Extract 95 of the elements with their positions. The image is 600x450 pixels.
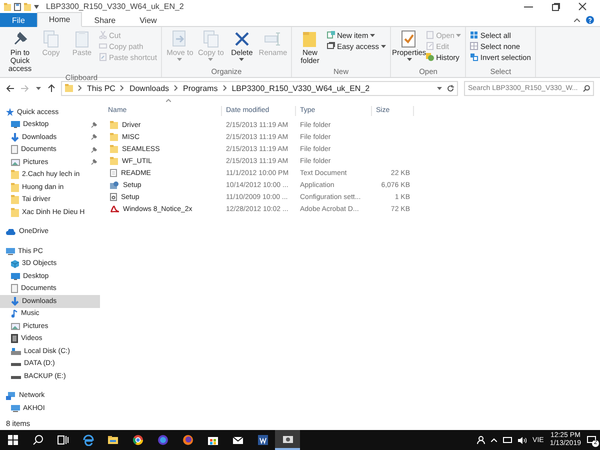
caret-icon <box>381 44 386 48</box>
edit-icon <box>426 42 434 50</box>
rename-icon <box>264 30 282 48</box>
network-icon <box>502 436 512 444</box>
close-icon <box>578 2 587 11</box>
camera-icon[interactable] <box>275 430 300 450</box>
search-icon <box>583 84 590 92</box>
sort-caret-icon <box>166 99 171 102</box>
properties-icon <box>400 30 418 48</box>
cloud-icon <box>6 228 16 235</box>
caret-icon <box>177 58 182 61</box>
pin-icon <box>91 159 97 166</box>
caret-icon <box>437 86 442 90</box>
text-file-icon <box>110 169 117 177</box>
copy-icon <box>42 30 60 48</box>
ribbon-tab[interactable]: Home <box>36 12 82 27</box>
pdf-file-icon <box>110 205 119 213</box>
caret-icon <box>34 4 39 8</box>
refresh-icon <box>447 84 454 92</box>
folder-icon <box>4 2 11 10</box>
up-arrow-icon <box>48 84 55 92</box>
forward-arrow-icon <box>21 84 29 92</box>
folder-icon <box>11 182 19 192</box>
caret-up-icon <box>490 438 497 442</box>
caret-icon <box>239 58 244 61</box>
computer-icon <box>11 404 20 412</box>
cube-icon <box>11 260 19 268</box>
folder-icon <box>110 121 118 129</box>
ribbon-tab[interactable]: Share <box>82 13 128 27</box>
open-icon <box>426 31 434 39</box>
breadcrumb[interactable]: Programs <box>183 84 218 92</box>
maximize-icon <box>551 2 560 11</box>
network-icon <box>6 392 16 400</box>
picture-icon <box>11 158 20 166</box>
setup-app-icon <box>110 181 119 189</box>
folder-icon <box>65 84 73 92</box>
window-title: LBP3300_R150_V330_W64_uk_EN_2 <box>46 2 184 11</box>
folder-icon <box>110 133 118 141</box>
message-icon <box>587 436 596 444</box>
people-icon <box>476 436 485 444</box>
scissors-icon <box>99 31 107 39</box>
history-icon <box>426 53 434 61</box>
address-bar[interactable]: This PC Downloads Programs LBP3300_R150_V330_W64_uk_EN_2 <box>61 80 458 96</box>
ribbon-tab[interactable]: View <box>128 13 169 27</box>
desktop-icon <box>11 121 20 128</box>
caret-icon <box>370 34 376 36</box>
chevron-icon <box>174 85 178 91</box>
easy-access-icon <box>326 42 335 50</box>
back-arrow-icon <box>6 84 14 92</box>
delete-icon <box>232 30 251 48</box>
volume-icon <box>518 436 527 444</box>
collapse-caret-icon <box>574 18 580 22</box>
pin-icon <box>91 146 97 153</box>
music-note-icon <box>11 309 18 318</box>
star-icon <box>6 108 14 116</box>
chevron-icon <box>222 85 227 91</box>
help-icon <box>586 16 594 24</box>
select-all-icon <box>470 31 478 39</box>
document-icon <box>11 284 18 294</box>
pin-icon <box>91 134 97 140</box>
copy-to-icon <box>202 30 220 48</box>
document-icon <box>11 145 18 154</box>
clipboard-icon <box>73 30 91 48</box>
caret-icon <box>406 58 412 61</box>
pin-icon <box>91 122 97 128</box>
desktop-icon <box>11 272 20 280</box>
film-icon <box>11 334 18 344</box>
folder-icon <box>110 145 118 153</box>
chevron-icon <box>120 85 124 91</box>
caret-icon <box>36 86 41 90</box>
download-arrow-icon <box>11 296 19 306</box>
save-icon <box>14 2 21 10</box>
select-none-icon <box>470 42 478 50</box>
folder-icon <box>24 2 31 10</box>
ribbon-tab[interactable]: File <box>0 13 37 27</box>
drive-icon <box>11 348 21 355</box>
settings-file-icon <box>110 193 117 201</box>
chevron-icon <box>78 85 82 91</box>
folder-icon <box>300 30 319 48</box>
picture-icon <box>11 322 20 330</box>
shortcut-icon <box>99 53 107 61</box>
breadcrumb[interactable]: Downloads <box>129 84 170 92</box>
path-icon <box>99 42 107 50</box>
folder-icon <box>110 157 118 165</box>
folder-icon <box>11 170 19 180</box>
computer-icon <box>6 248 15 255</box>
folder-icon <box>11 208 19 217</box>
breadcrumb[interactable]: LBP3300_R150_V330_W64_uk_EN_2 <box>232 84 370 92</box>
caret-icon <box>456 34 462 36</box>
caret-icon <box>208 58 214 61</box>
folder-icon <box>11 195 19 204</box>
invert-selection-icon <box>470 53 478 61</box>
new-item-icon <box>326 31 335 39</box>
breadcrumb[interactable]: This PC <box>87 84 116 92</box>
download-arrow-icon <box>11 132 19 142</box>
